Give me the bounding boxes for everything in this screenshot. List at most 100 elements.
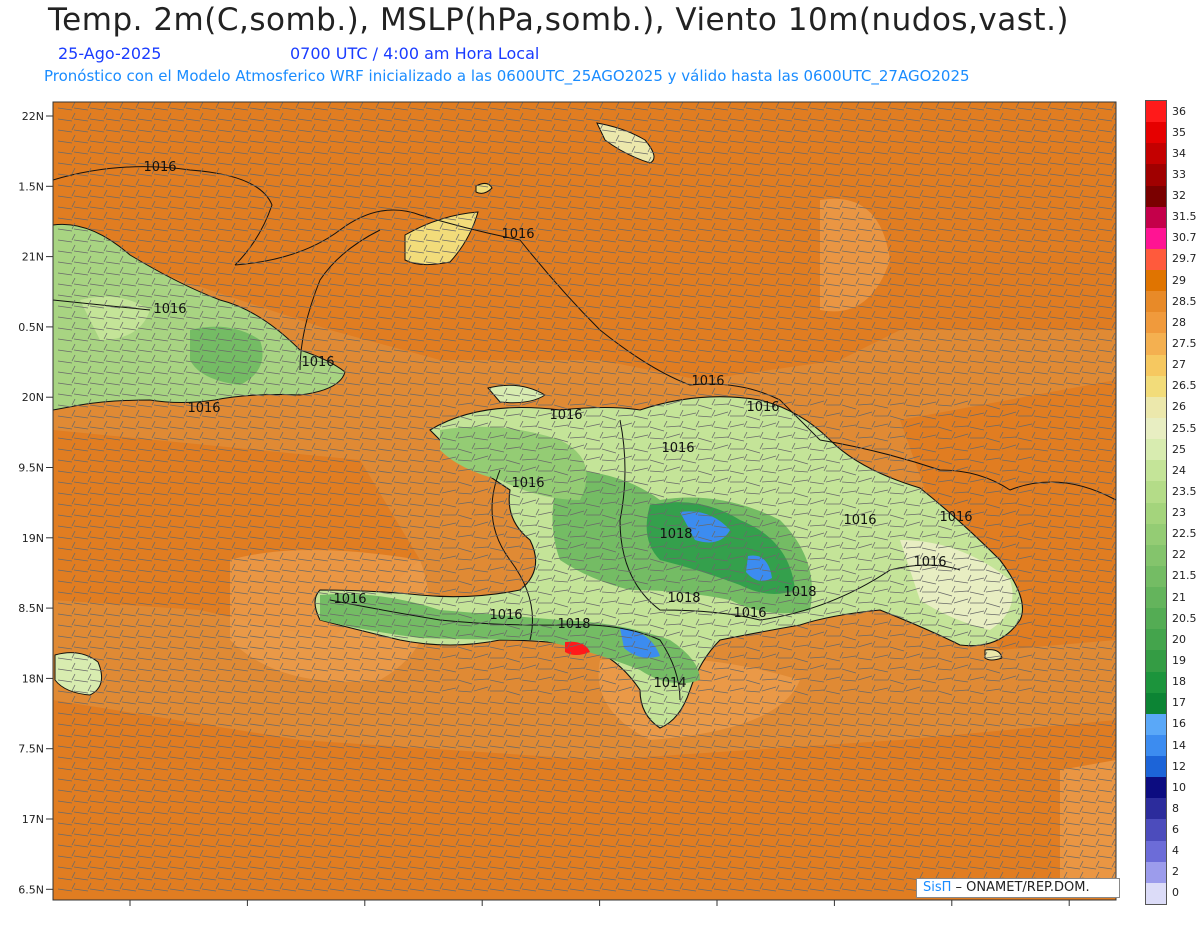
wind-barb: [1113, 503, 1116, 505]
colorbar-label: 22.5: [1172, 527, 1197, 541]
colorbar-cell: [1146, 861, 1166, 884]
wind-barb: [1113, 140, 1116, 142]
colorbar-label: 17: [1172, 696, 1186, 710]
colorbar-label: 20.5: [1172, 611, 1197, 625]
isobar-label: 1016: [511, 476, 544, 491]
wind-barb: [1113, 800, 1116, 802]
wind-barb: [1113, 624, 1116, 626]
model-info: Pronóstico con el Modelo Atmosferico WRF…: [44, 67, 970, 85]
colorbar-cell: [1146, 143, 1166, 165]
colorbar-cell: [1146, 882, 1166, 905]
wind-barb: [1113, 525, 1116, 527]
colorbar-label: 32: [1172, 189, 1186, 203]
isobar-label: 1016: [661, 441, 694, 456]
colorbar-label: 26: [1172, 400, 1186, 414]
colorbar-label: 12: [1172, 759, 1186, 773]
wind-barb: [1113, 789, 1116, 791]
colorbar-label: 34: [1172, 146, 1186, 160]
wind-barb: [1113, 107, 1116, 109]
wind-barb: [1113, 217, 1116, 219]
colorbar-label: 0: [1172, 886, 1179, 900]
latitude-label: 9.5N: [18, 462, 44, 475]
colorbar-label: 23.5: [1172, 484, 1197, 498]
colorbar-label: 28: [1172, 315, 1186, 329]
colorbar-cell: [1146, 819, 1166, 842]
colorbar-label: 29: [1172, 273, 1186, 287]
wind-barb: [1113, 767, 1116, 769]
colorbar-label: 16: [1172, 717, 1186, 731]
colorbar-cell: [1146, 185, 1166, 208]
colorbar-cell: [1146, 756, 1166, 778]
latitude-label: 19N: [22, 532, 44, 545]
wind-barb: [1113, 712, 1116, 714]
colorbar-label: 26.5: [1172, 379, 1197, 393]
wind-barb: [1113, 250, 1116, 252]
colorbar-label: 22: [1172, 548, 1186, 562]
wind-barb: [1113, 316, 1116, 318]
isobar-label: 1018: [783, 585, 816, 600]
colorbar-label: 23: [1172, 506, 1186, 520]
wind-barb: [1113, 305, 1116, 307]
latitude-label: 20N: [22, 391, 44, 404]
wind-barb: [1113, 360, 1116, 362]
wind-barb: [1113, 690, 1116, 692]
latitude-label: 22N: [22, 110, 44, 123]
isobar-label: 1016: [549, 408, 582, 423]
colorbar-cell: [1146, 396, 1166, 419]
isobar-label: 1014: [653, 676, 686, 691]
colorbar-label: 36: [1172, 104, 1186, 118]
isobar-label: 1018: [667, 591, 700, 606]
colorbar-label: 2: [1172, 865, 1179, 879]
colorbar-label: 30.7: [1172, 231, 1197, 245]
wind-barb: [1113, 756, 1116, 758]
wind-barb: [1113, 283, 1116, 285]
colorbar-label: 28.5: [1172, 294, 1197, 308]
colorbar-cell: [1146, 608, 1166, 630]
wind-barb: [1113, 811, 1116, 813]
longitude-axis: 76W75W74W73W72W71W70W69W68W: [129, 900, 1070, 906]
wind-barb: [1113, 778, 1116, 780]
isobar-label: 1016: [333, 592, 366, 607]
colorbar-label: 6: [1172, 823, 1179, 837]
latitude-label: 17N: [22, 813, 44, 826]
wind-barb: [1113, 679, 1116, 681]
wind-barb: [1113, 470, 1116, 472]
wind-barb: [1113, 349, 1116, 351]
colorbar-label: 20: [1172, 632, 1186, 646]
colorbar-label: 35: [1172, 125, 1186, 139]
wind-barb: [1113, 151, 1116, 153]
wind-barb: [1113, 371, 1116, 373]
wind-barb: [1113, 701, 1116, 703]
wind-barb: [1113, 844, 1116, 846]
colorbar-label: 25: [1172, 442, 1186, 456]
colorbar-cell: [1146, 671, 1166, 694]
colorbar-label: 24: [1172, 463, 1186, 477]
colorbar-cell: [1146, 439, 1166, 461]
credit-box: SisΠ – ONAMET/REP.DOM.: [916, 878, 1120, 898]
wind-barb: [1113, 613, 1116, 615]
colorbar-label: 21: [1172, 590, 1186, 604]
colorbar-cell: [1146, 840, 1166, 863]
isobar-label: 1018: [659, 527, 692, 542]
colorbar-cell: [1146, 354, 1166, 377]
wind-barb: [1113, 723, 1116, 725]
wind-barb: [1113, 514, 1116, 516]
colorbar-cell: [1146, 798, 1166, 820]
wind-barb: [1113, 547, 1116, 549]
colorbar-cell: [1146, 692, 1166, 715]
wind-barb: [1113, 404, 1116, 406]
colorbar-cell: [1146, 291, 1166, 313]
colorbar-cell: [1146, 502, 1166, 525]
colorbar-label: 29.7: [1172, 252, 1197, 266]
wind-barb: [1113, 173, 1116, 175]
wind-barb: [1113, 184, 1116, 186]
isobar-label: 1016: [939, 510, 972, 525]
colorbar-label: 25.5: [1172, 421, 1197, 435]
wind-barb: [1113, 162, 1116, 164]
colorbar-label: 27: [1172, 358, 1186, 372]
latitude-label: 7.5N: [18, 743, 44, 756]
colorbar-cell: [1146, 629, 1166, 651]
latitude-label: 1.5N: [18, 180, 44, 193]
wind-barb: [1113, 558, 1116, 560]
isobar-label: 1016: [691, 374, 724, 389]
